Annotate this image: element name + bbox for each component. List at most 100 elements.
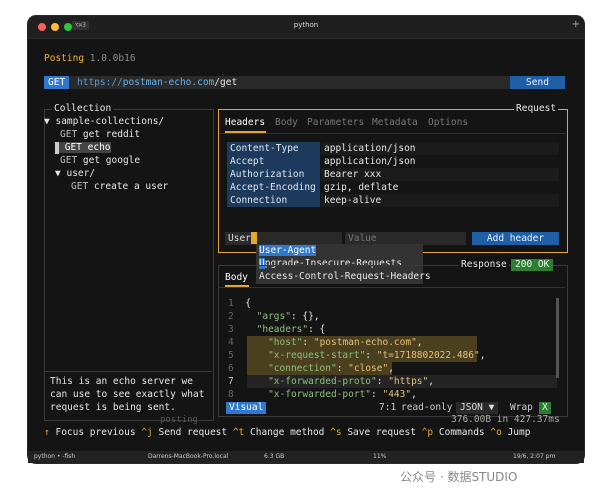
keybinding-key: ^j (141, 427, 153, 438)
json-key: "x-request-start" (268, 350, 366, 361)
tab-headers[interactable]: Headers (225, 117, 265, 129)
keybinding-label[interactable]: Jump (508, 427, 531, 438)
request-title: Request (514, 103, 559, 115)
url-text[interactable]: https://postman-echo.com/get (77, 77, 237, 89)
json-value: "close" (348, 363, 389, 374)
tree-folder-user[interactable]: ▼ user/ (55, 168, 95, 180)
tab-parameters[interactable]: Parameters (307, 117, 364, 129)
header-row-name[interactable]: Authorization (227, 168, 320, 181)
status-badge: 200 OK (511, 259, 554, 271)
code-line: 1 { (228, 297, 251, 310)
keybinding-key: ↑ (44, 427, 50, 438)
format-select[interactable]: JSON ▼ (456, 402, 499, 414)
collection-title: Collection (52, 103, 114, 115)
line-number: 2 (228, 311, 234, 322)
header-row-name[interactable]: Accept-Encoding (227, 181, 320, 194)
keybinding-label[interactable]: Commands (439, 427, 485, 438)
json-value: "postman-echo.com" (313, 337, 417, 348)
add-header-button[interactable]: Add header (472, 232, 559, 245)
code-text: , (428, 376, 434, 387)
header-name-input-value: User (228, 233, 251, 244)
read-only-label: read-only (401, 402, 453, 413)
code-line: 6 "connection": "close", (228, 363, 394, 374)
brand-label: posting (160, 415, 198, 425)
tmux-date: 19/6, 2:07 pm (513, 453, 556, 460)
keybinding-key: ^p (421, 427, 434, 438)
keybinding-key: ^s (330, 427, 342, 438)
tab-body[interactable]: Body (275, 117, 298, 129)
tree-item-method: GET (60, 155, 78, 166)
tree-item-get-google[interactable]: GET get google (60, 155, 140, 167)
url-scheme: https:// (77, 77, 123, 88)
tree-item-label: create a user (93, 181, 169, 192)
tree-item-label: echo (87, 142, 111, 153)
line-number: 5 (228, 350, 234, 361)
keybinding-key: ^o (490, 427, 502, 438)
header-value-placeholder: Value (348, 233, 377, 244)
tab-options[interactable]: Options (428, 117, 468, 129)
tree-item-label: get reddit (82, 129, 141, 140)
code-text: : { (308, 324, 326, 335)
json-key: "x-forwarded-port" (268, 389, 372, 400)
chevron-down-icon: ▼ (44, 116, 50, 127)
method-selector[interactable]: GET (44, 76, 70, 89)
code-line: 7 "x-forwarded-proto": "https", (228, 376, 434, 387)
tab-metadata[interactable]: Metadata (372, 117, 418, 129)
tree-item-create-a-user[interactable]: GET create a user (71, 181, 168, 193)
tmux-memory: 6.3 GB (264, 453, 285, 460)
tree-folder-sample-collections[interactable]: ▼ sample-collections/ (44, 116, 164, 128)
header-row-value[interactable]: keep-alive (321, 194, 559, 207)
header-row-name[interactable]: Content-Type (227, 142, 320, 155)
keybinding-label[interactable]: Focus previous (55, 427, 135, 438)
tree-item-method: GET (71, 181, 89, 192)
code-line: 8 "x-forwarded-port": "443", (228, 389, 417, 400)
response-title: Response (459, 259, 509, 271)
tree-item-method: GET (64, 142, 82, 153)
json-key: "x-forwarded-proto" (268, 376, 377, 387)
json-value: "443" (382, 389, 412, 400)
format-select-value: JSON (460, 402, 483, 413)
tree-item-echo[interactable]: GET echo (55, 142, 111, 154)
code-text: , (479, 350, 486, 361)
tree-item-label: get google (82, 155, 141, 166)
send-button[interactable]: Send (510, 76, 565, 89)
keybinding-footer: ↑ Focus previous ^j Send request ^t Chan… (44, 427, 530, 439)
line-number: 4 (228, 337, 234, 348)
url-host: postman-echo.com (122, 77, 215, 88)
line-number: 7 (228, 376, 234, 387)
request-description-line-3: request is being sent. (50, 402, 176, 413)
header-row-name[interactable]: Accept (227, 155, 320, 168)
code-line: 5 "x-request-start": "t=1718802022.486", (228, 350, 486, 361)
keybinding-label[interactable]: Change method (250, 427, 324, 438)
json-value: "https" (388, 376, 429, 387)
new-tab-button[interactable]: + (572, 19, 580, 30)
url-path: /get (214, 77, 238, 88)
title-bar: ⌥⌘3 python + (28, 16, 584, 39)
autocomplete-option[interactable]: User-Agent (256, 244, 423, 257)
response-scrollbar[interactable] (556, 298, 559, 378)
app-header: Posting 1.0.0b16 (44, 53, 136, 65)
app-version: 1.0.0b16 (89, 53, 136, 64)
code-text: { (245, 298, 251, 309)
watermark: 公众号 · 数据STUDIO (400, 470, 518, 484)
text-cursor (250, 232, 257, 244)
chevron-down-icon: ▼ (488, 402, 495, 413)
wrap-label: Wrap (510, 402, 533, 413)
response-size-time: 376.00B in 427.37ms (451, 414, 560, 425)
header-row-name[interactable]: Connection (227, 194, 320, 207)
json-key: "headers" (256, 324, 309, 335)
keybinding-label[interactable]: Send request (158, 427, 227, 438)
tab-response-body[interactable]: Body (225, 272, 248, 284)
keybinding-label[interactable]: Save request (347, 427, 416, 438)
code-text: : {}, (290, 311, 320, 322)
header-row-value[interactable]: Bearer xxx (321, 168, 559, 181)
header-row-value[interactable]: application/json (321, 142, 559, 155)
tree-item-get-reddit[interactable]: GET get reddit (60, 129, 140, 141)
tree-folder-label: user/ (66, 168, 96, 179)
header-row-value[interactable]: gzip, deflate (321, 181, 559, 194)
json-key: "host" (268, 337, 303, 348)
wrap-toggle[interactable]: X (539, 402, 551, 414)
header-row-value[interactable]: application/json (321, 155, 559, 168)
editor-mode-badge: Visual (226, 402, 267, 414)
tmux-host: Darrens-MacBook-Pro.local (148, 453, 229, 460)
